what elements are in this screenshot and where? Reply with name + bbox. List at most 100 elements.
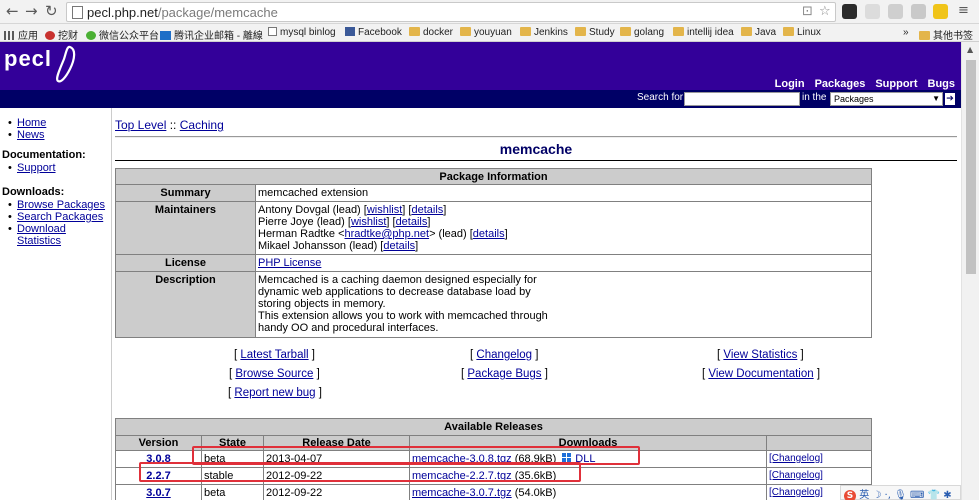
translate-icon[interactable]: ⊡ <box>802 4 813 19</box>
latest-tarball-link[interactable]: Latest Tarball <box>240 349 308 361</box>
sidebar-item-support[interactable]: Support <box>0 162 111 174</box>
wishlist-link[interactable]: wishlist <box>367 204 402 216</box>
bookmark-apps[interactable]: 应用 <box>4 27 38 42</box>
divider <box>115 136 957 138</box>
bookmark-intellij-idea[interactable]: intellij idea <box>673 27 734 38</box>
extension-gray-icon[interactable] <box>911 4 926 19</box>
back-arrow-icon[interactable]: ← <box>6 3 19 19</box>
mic-icon[interactable]: 🎙 <box>894 490 907 500</box>
releases-caption: Available Releases <box>115 418 872 436</box>
package-bugs-link-group: [ Package Bugs ] <box>461 368 548 380</box>
search-submit-button[interactable]: ➔ <box>945 93 955 105</box>
bookmark-wechat[interactable]: 微信公众平台 <box>86 27 159 42</box>
state-cell: beta <box>201 484 264 500</box>
folder-icon <box>575 27 586 36</box>
extension-puzzle-icon[interactable] <box>888 4 903 19</box>
address-bar[interactable]: pecl.php.net/package/memcache ⊡ ☆ <box>66 2 836 22</box>
downloads-heading: Downloads: <box>2 186 65 198</box>
bookmark-mysql-binlog[interactable]: mysql binlog <box>268 27 336 38</box>
folder-icon <box>520 27 531 36</box>
top-nav: Login Packages Support Bugs <box>765 77 955 90</box>
bookmark-star-icon[interactable]: ☆ <box>819 4 831 19</box>
nav-packages[interactable]: Packages <box>815 78 866 90</box>
bookmark-jenkins[interactable]: Jenkins <box>520 27 568 38</box>
reload-icon[interactable]: ↻ <box>45 3 58 19</box>
ime-language[interactable]: 英 <box>859 490 869 500</box>
search-input[interactable] <box>684 92 800 106</box>
nav-login[interactable]: Login <box>775 78 805 90</box>
nav-support[interactable]: Support <box>875 78 917 90</box>
breadcrumb-top-level[interactable]: Top Level <box>115 118 166 132</box>
folder-icon <box>741 27 752 36</box>
changelog-link[interactable]: [Changelog] <box>769 487 823 498</box>
sidebar-item-news[interactable]: News <box>0 129 111 141</box>
scroll-up-icon[interactable]: ▲ <box>967 45 973 54</box>
shirt-icon[interactable]: 👕 <box>928 490 940 500</box>
keyboard-icon[interactable]: ⌨ <box>910 490 924 500</box>
moon-icon[interactable]: ☽ <box>872 490 881 500</box>
sidebar-item-download-statistics[interactable]: Download Statistics <box>0 223 111 247</box>
sidebar-item-home[interactable]: Home <box>0 117 111 129</box>
table-row: 3.0.7 beta 2012-09-22 memcache-3.0.7.tgz… <box>115 484 872 500</box>
browser-toolbar: ← → ↻ pecl.php.net/package/memcache ⊡ ☆ … <box>0 0 979 24</box>
bookmark-study[interactable]: Study <box>575 27 615 38</box>
package-info-table: Package Information Summary memcached ex… <box>115 168 872 338</box>
email-link[interactable]: hradtke@php.net <box>345 228 430 240</box>
description-text: Memcached is a caching daemon designed e… <box>255 271 872 338</box>
facebook-icon <box>345 27 355 36</box>
sidebar-item-search-packages[interactable]: Search Packages <box>0 211 111 223</box>
bookmark-linux[interactable]: Linux <box>783 27 821 38</box>
details-link[interactable]: details <box>473 228 505 240</box>
sidebar-item-browse-packages[interactable]: Browse Packages <box>0 199 111 211</box>
tools-icon[interactable]: ✱ <box>943 490 951 500</box>
version-link[interactable]: 3.0.7 <box>146 487 170 499</box>
details-link[interactable]: details <box>396 216 428 228</box>
breadcrumb: Top Level :: Caching <box>115 118 224 132</box>
scrollbar-thumb[interactable] <box>966 60 976 274</box>
more-bookmarks-button[interactable]: » <box>903 27 909 38</box>
page-icon <box>268 27 277 36</box>
report-new-bug-link[interactable]: Report new bug <box>234 387 315 399</box>
bookmark-youyuan[interactable]: youyuan <box>460 27 512 38</box>
highlight-box-2-2-7 <box>139 462 581 482</box>
view-documentation-link[interactable]: View Documentation <box>708 368 813 380</box>
extension-hand-icon[interactable] <box>865 4 880 19</box>
punctuation-icon[interactable]: ·, <box>885 490 891 500</box>
bookmark-java[interactable]: Java <box>741 27 776 38</box>
changelog-link[interactable]: [Changelog] <box>769 470 823 481</box>
download-link[interactable]: memcache-3.0.7.tgz <box>412 487 512 499</box>
url-text[interactable]: pecl.php.net/package/memcache <box>87 5 278 20</box>
browse-source-link-group: [ Browse Source ] <box>229 368 320 380</box>
pecl-logo[interactable]: pecl <box>4 46 52 72</box>
search-scope-select[interactable]: Packages ▼ <box>830 92 943 106</box>
maintainer-row: Pierre Joye (lead) [wishlist] [details] <box>258 216 431 228</box>
nav-bugs[interactable]: Bugs <box>928 78 956 90</box>
bookmark-golang[interactable]: golang <box>620 27 664 38</box>
page-scrollbar[interactable]: ▲ <box>961 42 979 500</box>
maintainer-row: Herman Radtke <hradtke@php.net> (lead) [… <box>258 228 508 240</box>
bookmark-facebook[interactable]: Facebook <box>345 27 402 38</box>
wishlist-link[interactable]: wishlist <box>351 216 386 228</box>
changelog-link[interactable]: [Changelog] <box>769 453 823 464</box>
sogou-icon[interactable]: S <box>844 490 856 500</box>
bookmark-wacai[interactable]: 挖财 <box>45 27 78 42</box>
bookmark-tencent-mail[interactable]: 腾讯企业邮箱 - 離線 <box>160 27 263 42</box>
details-link[interactable]: details <box>411 204 443 216</box>
breadcrumb-caching[interactable]: Caching <box>180 118 224 132</box>
browse-source-link[interactable]: Browse Source <box>235 368 313 380</box>
forward-arrow-icon[interactable]: → <box>25 3 38 19</box>
extension-evernote-icon[interactable] <box>842 4 857 19</box>
details-link[interactable]: details <box>383 240 415 252</box>
extension-mail-icon[interactable] <box>933 4 948 19</box>
other-bookmarks[interactable]: 其他书签 <box>919 27 973 42</box>
changelog-link[interactable]: Changelog <box>476 349 532 361</box>
package-bugs-link[interactable]: Package Bugs <box>467 368 541 380</box>
page-icon <box>72 6 83 19</box>
license-link[interactable]: PHP License <box>258 257 321 269</box>
menu-icon[interactable]: ≡ <box>958 3 969 19</box>
summary-label: Summary <box>115 184 256 202</box>
view-statistics-link[interactable]: View Statistics <box>723 349 797 361</box>
folder-icon <box>620 27 631 36</box>
view-statistics-link-group: [ View Statistics ] <box>717 349 804 361</box>
bookmark-docker[interactable]: docker <box>409 27 453 38</box>
